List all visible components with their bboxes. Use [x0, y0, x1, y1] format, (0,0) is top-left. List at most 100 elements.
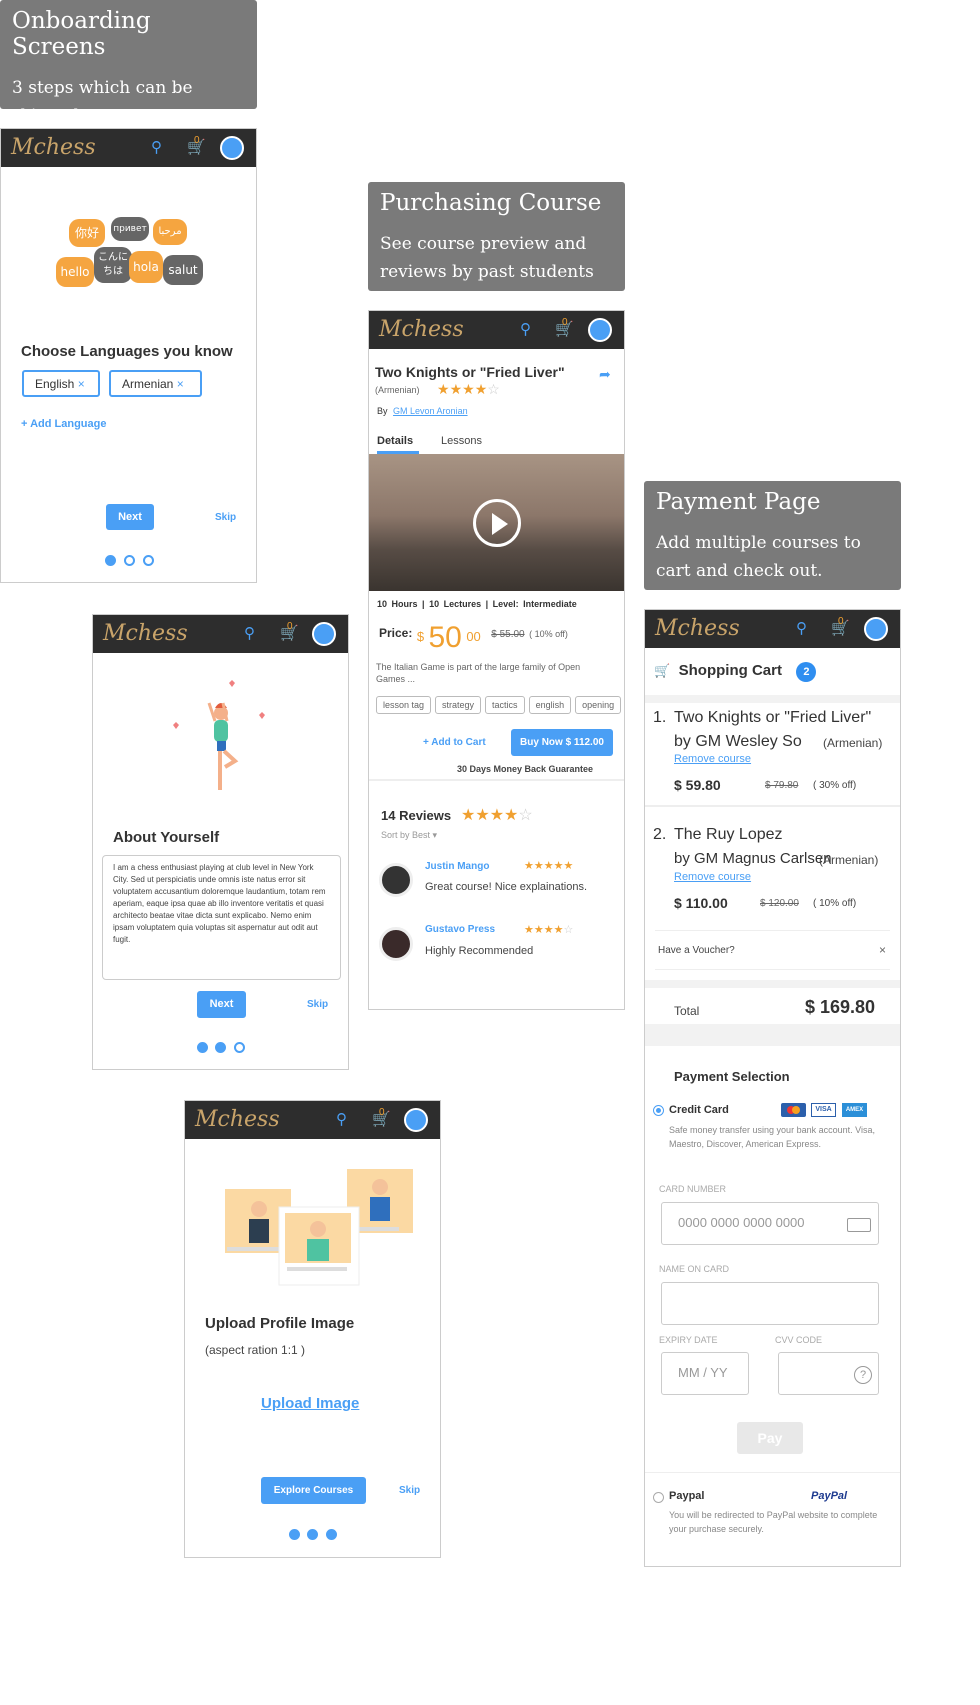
next-button[interactable]: Next — [106, 504, 154, 530]
course-tag[interactable]: lesson tag — [376, 696, 432, 714]
cart-icon[interactable]: 🛒 0 — [187, 135, 206, 156]
tab-lessons[interactable]: Lessons — [441, 435, 482, 447]
course-title: Two Knights or "Fried Liver" — [375, 364, 565, 380]
avatar[interactable] — [588, 318, 612, 342]
cart-item: 2. The Ruy Lopez by GM Magnus Carlsen (A… — [645, 820, 900, 920]
search-icon[interactable]: ⚲ — [336, 1110, 347, 1128]
credit-card-radio[interactable] — [653, 1105, 664, 1116]
cart-count: 0 — [838, 616, 844, 627]
step-dot[interactable] — [215, 1042, 226, 1053]
add-language-link[interactable]: + Add Language — [21, 418, 106, 430]
close-icon[interactable]: × — [78, 377, 85, 391]
item-author: by GM Wesley So — [674, 733, 802, 750]
skip-link[interactable]: Skip — [215, 512, 236, 523]
card-number-label: Card Number — [659, 1184, 727, 1194]
credit-card-icon — [847, 1218, 871, 1232]
name-on-card-field[interactable] — [661, 1282, 879, 1325]
remove-course-link[interactable]: Remove course — [674, 753, 751, 765]
app-logo[interactable]: Mchess — [655, 616, 740, 641]
tag-list: lesson tag strategy tactics english opening — [376, 695, 624, 714]
tab-details[interactable]: Details — [377, 435, 419, 454]
sort-dropdown[interactable]: Sort by Best ▾ — [381, 830, 437, 841]
cart-count: 0 — [562, 317, 568, 328]
explore-courses-button[interactable]: Explore Courses — [261, 1477, 366, 1504]
author-link[interactable]: GM Levon Aronian — [393, 406, 468, 416]
app-logo[interactable]: Mchess — [379, 317, 464, 342]
remove-course-link[interactable]: Remove course — [674, 871, 751, 883]
search-icon[interactable]: ⚲ — [796, 619, 807, 637]
step-dot[interactable] — [124, 555, 135, 566]
search-icon[interactable]: ⚲ — [244, 624, 255, 642]
step-dot[interactable] — [234, 1042, 245, 1053]
course-tag[interactable]: strategy — [435, 696, 482, 714]
avatar[interactable] — [220, 136, 244, 160]
expiry-date-field[interactable]: MM / YY — [661, 1352, 749, 1395]
expiry-date-label: Expiry Date — [659, 1335, 718, 1345]
voucher-row[interactable]: Have a Voucher? × — [655, 930, 890, 970]
step-dot[interactable] — [289, 1529, 300, 1540]
item-author: by GM Magnus Carlsen — [674, 850, 832, 867]
search-icon[interactable]: ⚲ — [151, 138, 162, 156]
language-bubble: hello — [56, 257, 94, 287]
total-amount: $ 169.80 — [805, 997, 876, 1017]
language-bubble: привет — [111, 217, 149, 241]
reviewer-name[interactable]: Gustavo Press — [425, 924, 495, 935]
purchasing-label: Purchasing Course See course preview and… — [368, 182, 625, 291]
cvv-code-field[interactable]: ? — [778, 1352, 879, 1395]
avatar[interactable] — [312, 622, 336, 646]
step-dot[interactable] — [105, 555, 116, 566]
app-logo[interactable]: Mchess — [11, 135, 96, 160]
avatar[interactable] — [404, 1108, 428, 1132]
language-chip[interactable]: Armenian × — [109, 370, 202, 397]
reviewer-name[interactable]: Justin Mango — [425, 861, 489, 872]
app-logo[interactable]: Mchess — [103, 621, 188, 646]
cart-icon[interactable]: 🛒 0 — [280, 621, 299, 642]
upload-image-link[interactable]: Upload Image — [261, 1395, 359, 1412]
cart-icon[interactable]: 🛒 0 — [831, 616, 850, 637]
add-to-cart-link[interactable]: + Add to Cart — [423, 737, 486, 748]
payment-screen: Mchess ⚲ 🛒 0 🛒 Shopping Cart 2 1. Two Kni… — [644, 609, 901, 1567]
voucher-label[interactable]: Have a Voucher? — [658, 945, 735, 956]
step-dot[interactable] — [326, 1529, 337, 1540]
course-tag[interactable]: tactics — [485, 696, 525, 714]
review-stars: ★★★★☆ — [524, 924, 574, 936]
avatar[interactable] — [864, 617, 888, 641]
credit-card-label[interactable]: Credit Card — [669, 1104, 729, 1116]
cart-icon[interactable]: 🛒 0 — [555, 317, 574, 338]
skip-link[interactable]: Skip — [399, 1485, 420, 1496]
step-dot[interactable] — [197, 1042, 208, 1053]
price-row: Price: $ 50 00 $ 55.00 ( 10% off) — [379, 621, 568, 655]
about-textarea[interactable]: I am a chess enthusiast playing at club … — [102, 855, 341, 980]
video-preview[interactable] — [369, 454, 624, 591]
onboarding-screen-2: Mchess ⚲ 🛒 0 About Yourself I am a chess … — [92, 614, 349, 1070]
play-icon[interactable] — [473, 499, 521, 547]
close-icon[interactable]: × — [177, 377, 184, 391]
cart-icon[interactable]: 🛒 0 — [372, 1107, 391, 1128]
help-icon[interactable]: ? — [854, 1366, 872, 1384]
app-logo[interactable]: Mchess — [195, 1107, 280, 1132]
paypal-radio[interactable] — [653, 1492, 664, 1503]
card-number-field[interactable]: 0000 0000 0000 0000 — [661, 1202, 879, 1245]
skip-link[interactable]: Skip — [307, 999, 328, 1010]
paypal-label[interactable]: Paypal — [669, 1490, 704, 1502]
close-icon[interactable]: × — [879, 943, 886, 957]
next-button[interactable]: Next — [197, 991, 246, 1018]
payment-label-title: Payment Page — [656, 489, 821, 515]
step-dot[interactable] — [307, 1529, 318, 1540]
item-number: 2. — [653, 826, 667, 843]
course-tag[interactable]: english — [528, 696, 572, 714]
onboarding-label: Onboarding Screens 3 steps which can be … — [0, 0, 257, 126]
buy-now-button[interactable]: Buy Now $ 112.00 — [511, 729, 613, 756]
pay-button[interactable]: Pay — [737, 1422, 803, 1454]
step-dot[interactable] — [143, 555, 154, 566]
search-icon[interactable]: ⚲ — [520, 320, 531, 338]
language-chip[interactable]: English × — [22, 370, 100, 397]
language-bubble: salut — [163, 255, 203, 285]
course-language: (Armenian) — [375, 385, 420, 395]
item-price: $ 110.00 — [674, 895, 728, 911]
amex-icon: AMEX — [842, 1103, 867, 1117]
app-bar: Mchess ⚲ 🛒 0 — [369, 311, 624, 349]
course-tag[interactable]: opening — [575, 696, 622, 714]
meta-level: Level: Intermediate — [492, 599, 577, 609]
share-icon[interactable]: ➦ — [599, 366, 611, 383]
